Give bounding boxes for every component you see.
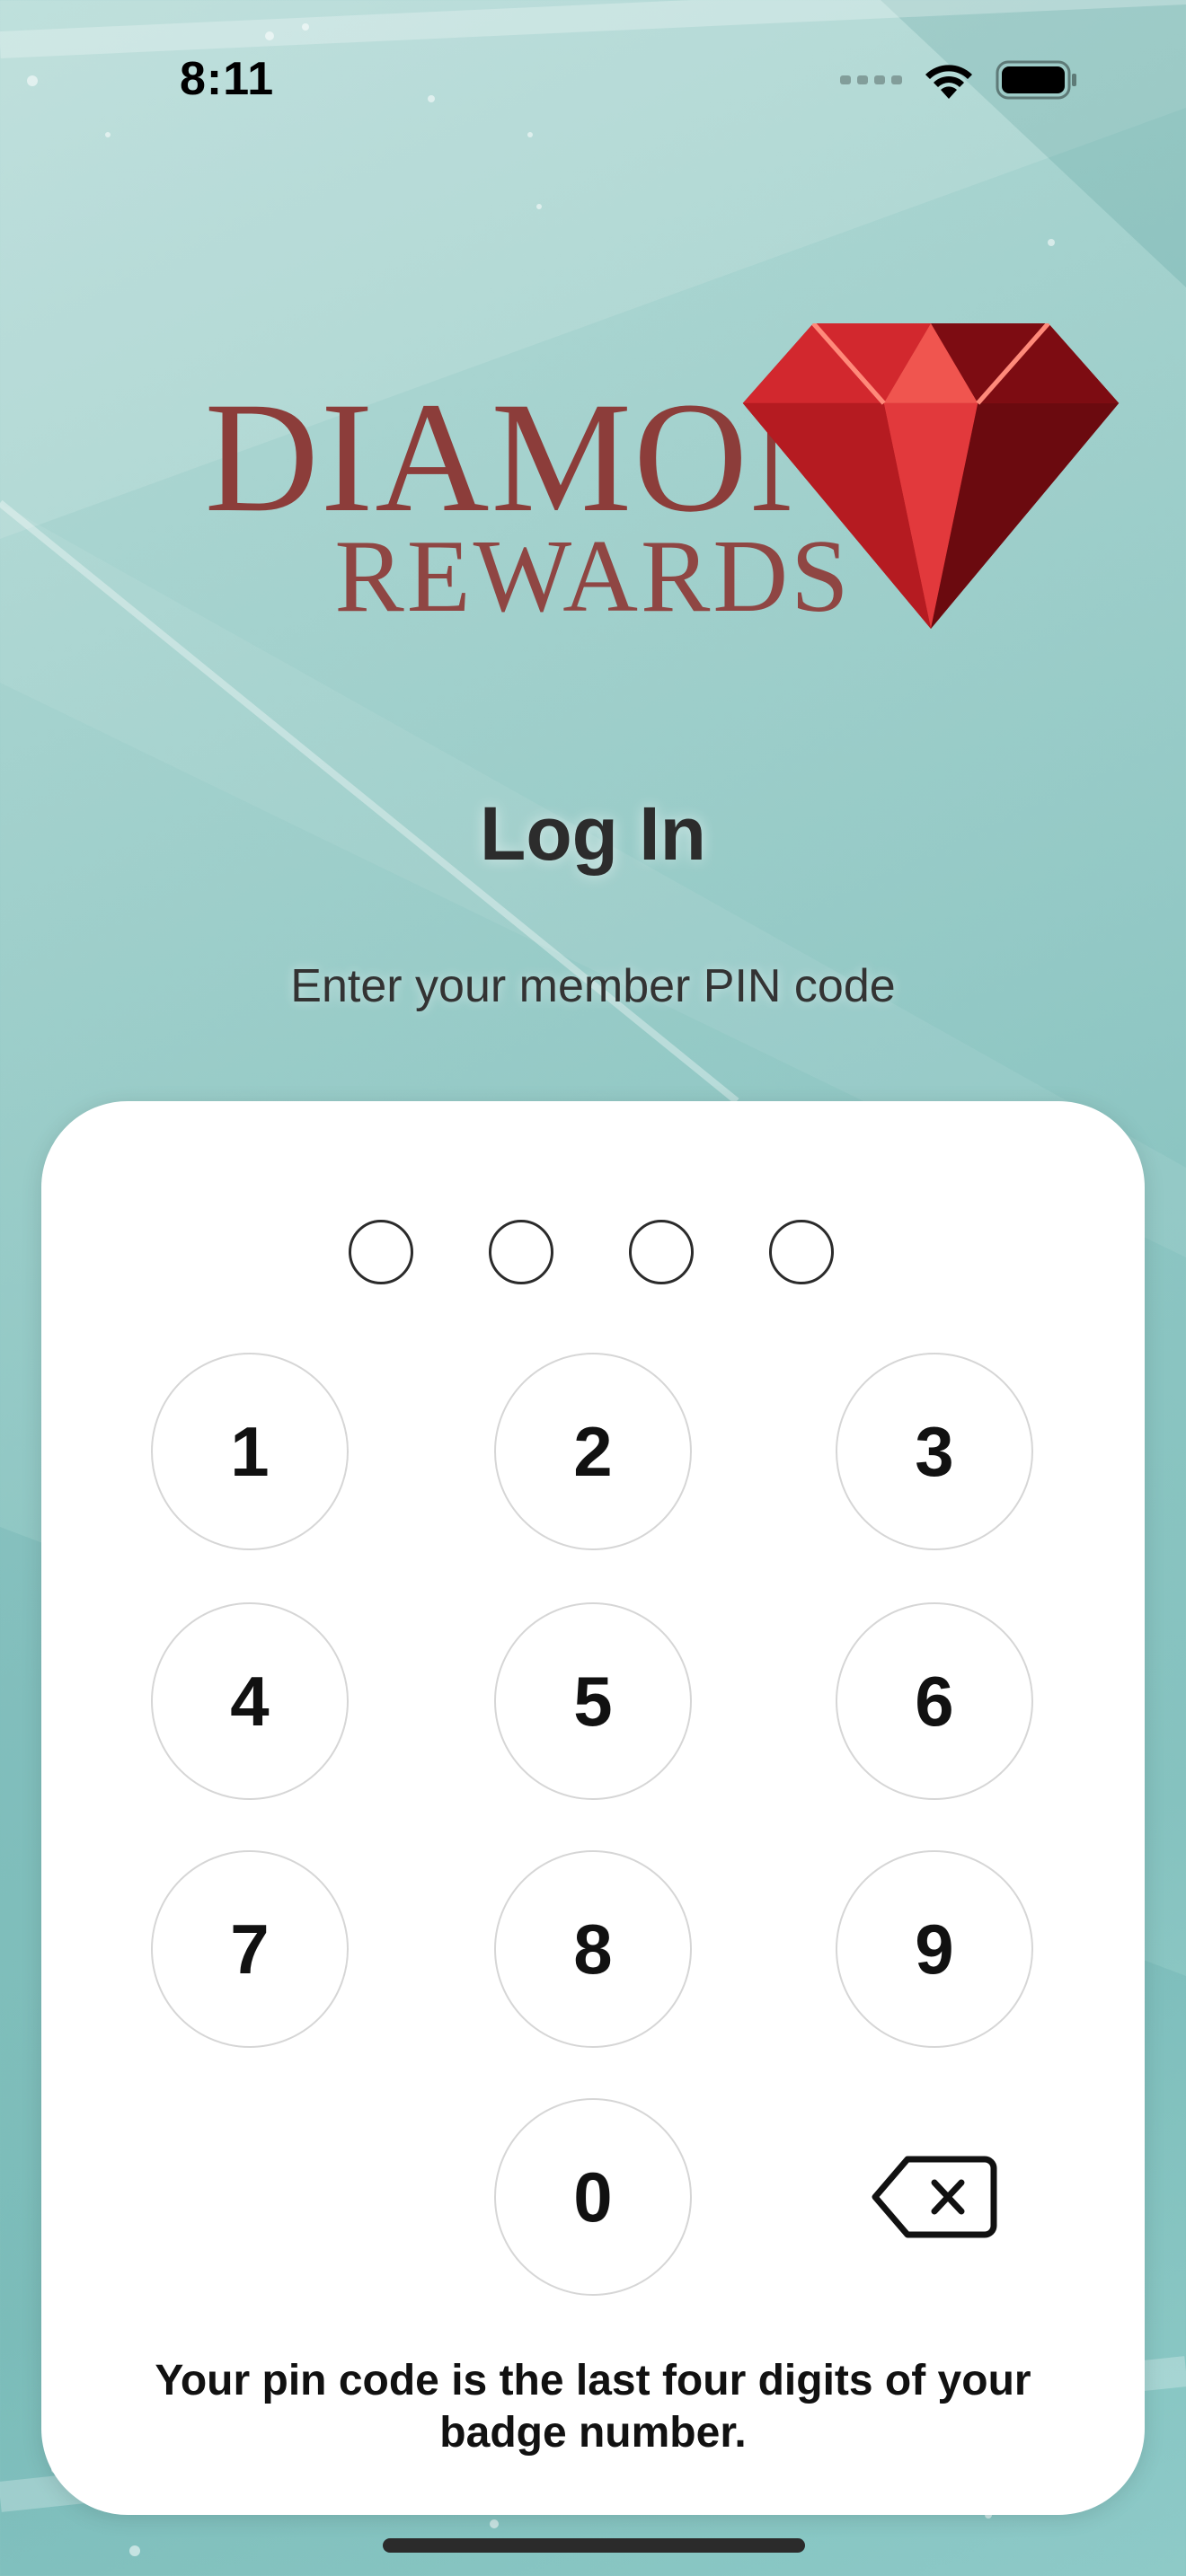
wifi-icon	[925, 65, 972, 99]
pin-dot	[769, 1220, 834, 1284]
keypad-key-9[interactable]: 9	[836, 1850, 1033, 2048]
delete-button[interactable]	[836, 2098, 1033, 2296]
pin-indicator	[41, 1220, 1145, 1290]
status-time: 8:11	[180, 53, 275, 105]
page-title: Log In	[480, 791, 706, 876]
battery-icon	[996, 60, 1076, 100]
pin-hint-text: Your pin code is the last four digits of…	[155, 2357, 1031, 2457]
diamond-rewards-logo: DIAMOND REWARDS	[144, 323, 1120, 629]
keypad-key-6[interactable]: 6	[836, 1602, 1033, 1800]
cellular-signal-icon	[840, 75, 902, 84]
keypad-key-8[interactable]: 8	[494, 1850, 692, 2048]
keypad-key-4[interactable]: 4	[151, 1602, 349, 1800]
pin-dot	[489, 1220, 553, 1284]
page-subtitle: Enter your member PIN code	[290, 960, 896, 1012]
keypad-key-0[interactable]: 0	[494, 2098, 692, 2296]
keypad-key-7[interactable]: 7	[151, 1850, 349, 2048]
backspace-icon	[872, 2156, 997, 2238]
pin-dot	[629, 1220, 694, 1284]
status-icons	[840, 59, 1078, 101]
keypad-key-1[interactable]: 1	[151, 1353, 349, 1550]
pin-entry-card: 1 2 3 4 5 6 7 8 9 0 Your pin code is the…	[41, 1101, 1145, 2515]
keypad-key-2[interactable]: 2	[494, 1353, 692, 1550]
home-indicator[interactable]	[383, 2538, 805, 2553]
red-diamond-gem-icon	[742, 323, 1120, 629]
pin-dot	[349, 1220, 413, 1284]
keypad-key-5[interactable]: 5	[494, 1602, 692, 1800]
status-bar: 8:11	[0, 0, 1186, 171]
keypad-key-3[interactable]: 3	[836, 1353, 1033, 1550]
